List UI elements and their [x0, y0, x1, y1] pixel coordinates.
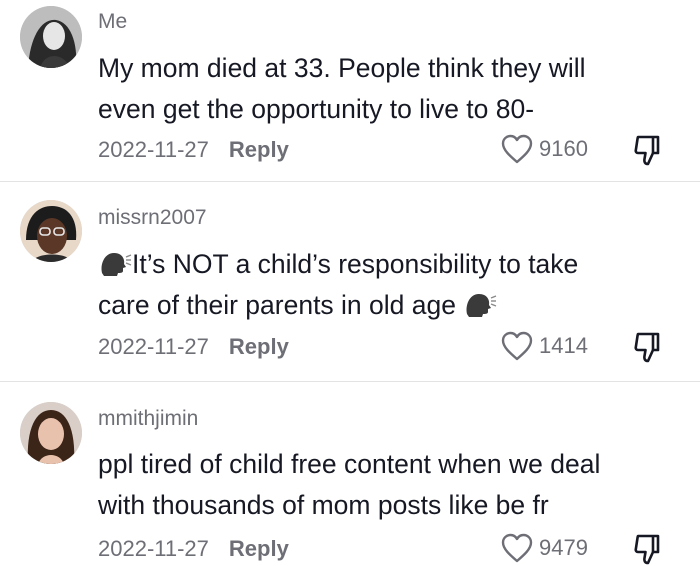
reply-button[interactable]: Reply [229, 334, 289, 360]
comment-text-line: It’s NOT a child’s responsibility to tak… [98, 244, 668, 285]
comment-date: 2022-11-27 [98, 536, 209, 561]
comment-username[interactable]: Me [98, 10, 127, 34]
reply-button[interactable]: Reply [229, 137, 289, 163]
like-count: 9160 [539, 136, 588, 161]
like-button[interactable]: 9479 [500, 532, 588, 564]
heart-outline-icon [501, 533, 533, 563]
comment-text: It’s NOT a child’s responsibility to tak… [98, 244, 668, 326]
comment-item: mmithjimin ppl tired of child free conte… [0, 382, 700, 566]
thumbs-down-icon[interactable] [632, 330, 666, 364]
comment-text: ppl tired of child free content when we … [98, 444, 668, 526]
comment-text-line: My mom died at 33. People think they wil… [98, 53, 586, 83]
comment-meta: 2022-11-27 Reply [98, 334, 289, 360]
comment-text-line: with thousands of mom posts like be fr [98, 490, 549, 520]
comment-text-span: It’s NOT a child’s responsibility to tak… [132, 249, 579, 279]
comment-meta: 2022-11-27 Reply [98, 137, 289, 163]
comments-list: Me My mom died at 33. People think they … [0, 0, 700, 566]
speaking-head-emoji [101, 253, 132, 276]
like-count: 1414 [539, 333, 588, 358]
heart-outline-icon [501, 134, 533, 164]
avatar[interactable] [20, 6, 82, 68]
comment-text-line: even get the opportunity to live to 80- [98, 94, 535, 124]
comment-item: missrn2007 It’s NOT a child’s responsibi… [0, 182, 700, 382]
comment-date: 2022-11-27 [98, 334, 209, 359]
speaking-head-emoji [466, 294, 497, 317]
like-button[interactable]: 9160 [500, 133, 588, 165]
comment-text-line: care of their parents in old age [98, 285, 668, 326]
like-button[interactable]: 1414 [500, 330, 588, 362]
comment-text: My mom died at 33. People think they wil… [98, 48, 668, 130]
avatar[interactable] [20, 200, 82, 262]
comment-meta: 2022-11-27 Reply [98, 536, 289, 562]
like-count: 9479 [539, 535, 588, 560]
thumbs-down-icon[interactable] [632, 532, 666, 566]
comment-username[interactable]: missrn2007 [98, 206, 207, 230]
reply-button[interactable]: Reply [229, 536, 289, 562]
thumbs-down-icon[interactable] [632, 133, 666, 167]
comment-text-line: ppl tired of child free content when we … [98, 449, 601, 479]
comment-username[interactable]: mmithjimin [98, 407, 198, 431]
comment-text-span: care of their parents in old age [98, 290, 456, 320]
comment-date: 2022-11-27 [98, 137, 209, 162]
comment-item: Me My mom died at 33. People think they … [0, 0, 700, 182]
avatar[interactable] [20, 402, 82, 464]
heart-outline-icon [501, 331, 533, 361]
